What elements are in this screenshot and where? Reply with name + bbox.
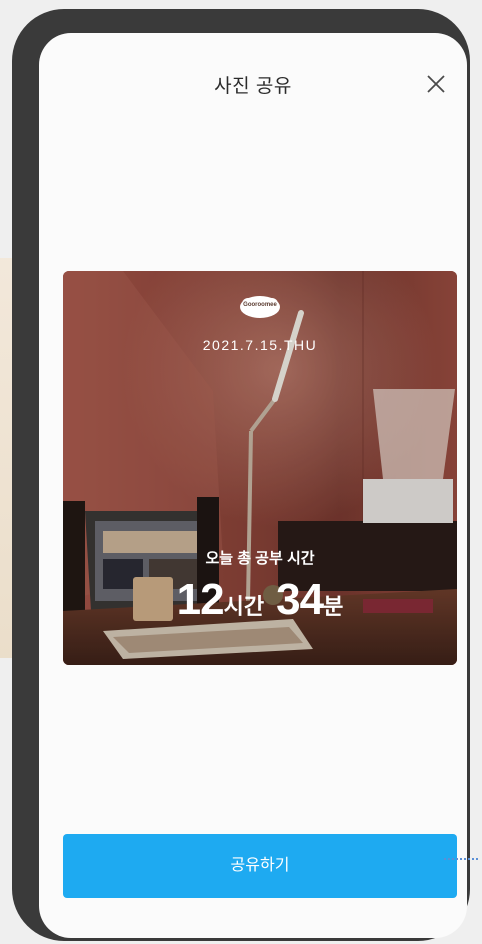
hours-unit: 시간 xyxy=(223,594,265,619)
total-study-time-label: 오늘 총 공부 시간 xyxy=(205,550,315,567)
minutes-value: 34 xyxy=(276,575,324,624)
share-photo: Gooroomee 2021.7.15.THU 오늘 총 공부 시간 12시간 3… xyxy=(63,271,457,665)
logo-text: Gooroomee xyxy=(243,302,277,308)
share-modal: 사진 공유 Gooroomee 2021.7.15.THU 오늘 총 공부 시간… xyxy=(39,33,467,938)
study-date: 2021.7.15.THU xyxy=(202,337,318,353)
app-stage: 사진 공유 Gooroomee 2021.7.15.THU 오늘 총 공부 시간… xyxy=(0,0,482,944)
total-study-time: 12시간 34분 xyxy=(63,575,457,625)
share-button[interactable]: 공유하기 xyxy=(63,834,457,898)
modal-header: 사진 공유 xyxy=(39,33,467,133)
minutes-unit: 분 xyxy=(323,594,344,619)
device-frame: 사진 공유 Gooroomee 2021.7.15.THU 오늘 총 공부 시간… xyxy=(12,9,470,941)
dotted-connector xyxy=(444,858,478,860)
close-button[interactable] xyxy=(423,71,449,97)
gooroomee-logo: Gooroomee xyxy=(239,295,281,319)
modal-title: 사진 공유 xyxy=(214,76,292,97)
hours-value: 12 xyxy=(176,575,225,624)
close-icon xyxy=(427,75,445,93)
